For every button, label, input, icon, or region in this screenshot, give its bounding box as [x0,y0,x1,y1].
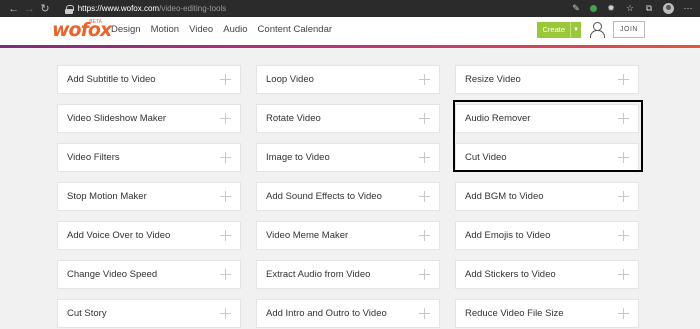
url-path: /video-editing-tools [159,4,227,13]
plus-icon[interactable] [220,308,231,319]
tool-card[interactable]: Add Stickers to Video [455,260,639,289]
tool-card[interactable]: Add BGM to Video [455,182,639,211]
favorites-icon[interactable]: ☆ [625,3,635,14]
tool-card[interactable]: Resize Video [455,65,639,94]
tool-label: Video Slideshow Maker [67,113,167,124]
create-button[interactable]: Create ▼ [537,21,581,38]
tool-card[interactable]: Add Intro and Outro to Video [256,299,440,328]
site-header: wofox BETA Design Motion Video Audio Con… [0,17,700,45]
tool-card[interactable]: Add Subtitle to Video [57,65,241,94]
nav-video[interactable]: Video [189,24,213,35]
tool-card[interactable]: Image to Video [256,143,440,172]
tool-label: Stop Motion Maker [67,191,147,202]
tool-label: Add BGM to Video [465,191,544,202]
tool-label: Change Video Speed [67,269,158,280]
tool-label: Add Voice Over to Video [67,230,171,241]
nav-audio[interactable]: Audio [223,24,247,35]
plus-icon[interactable] [618,308,629,319]
tool-label: Loop Video [266,74,314,85]
plus-icon[interactable] [220,191,231,202]
tool-card[interactable]: Loop Video [256,65,440,94]
user-icon[interactable] [589,21,605,38]
tool-label: Cut Video [465,152,507,163]
browser-toolbar: ← → ↻ https://www.wofox.com/video-editin… [0,0,700,17]
tool-card[interactable]: Audio Remover [455,104,639,133]
address-bar[interactable]: https://www.wofox.com/video-editing-tool… [64,2,571,15]
tool-card[interactable]: Video Slideshow Maker [57,104,241,133]
logo-beta: BETA [89,18,102,25]
lock-icon [64,4,74,14]
tool-label: Add Stickers to Video [465,269,556,280]
more-menu-icon[interactable]: ⋯ [683,3,693,14]
tool-label: Add Intro and Outro to Video [266,308,387,319]
plus-icon[interactable] [220,230,231,241]
plus-icon[interactable] [419,230,430,241]
tool-card[interactable]: Video Filters [57,143,241,172]
tool-label: Video Filters [67,152,120,163]
tool-card[interactable]: Rotate Video [256,104,440,133]
plus-icon[interactable] [419,152,430,163]
create-label: Create [542,25,565,34]
tool-card[interactable]: Add Sound Effects to Video [256,182,440,211]
tool-label: Add Emojis to Video [465,230,551,241]
main-nav: Design Motion Video Audio Content Calend… [111,24,332,35]
nav-content-calendar[interactable]: Content Calendar [258,24,332,35]
tool-card[interactable]: Stop Motion Maker [57,182,241,211]
tool-card[interactable]: Cut Video [455,143,639,172]
plus-icon[interactable] [220,113,231,124]
collections-icon[interactable]: ⧉ [644,3,654,14]
plus-icon[interactable] [618,74,629,85]
tool-card[interactable]: Change Video Speed [57,260,241,289]
plus-icon[interactable] [419,74,430,85]
tool-card[interactable]: Add Emojis to Video [455,221,639,250]
plus-icon[interactable] [220,269,231,280]
wofox-logo[interactable]: wofox BETA [52,18,112,41]
extension-icon[interactable] [590,5,597,12]
logo-text: wofox [52,18,112,41]
tracking-icon[interactable]: ✎ [571,3,581,14]
back-arrow-icon[interactable]: ← [6,0,22,17]
tool-label: Cut Story [67,308,107,319]
tool-label: Rotate Video [266,113,321,124]
tool-card[interactable]: Video Meme Maker [256,221,440,250]
plus-icon[interactable] [618,230,629,241]
plus-icon[interactable] [618,191,629,202]
reload-icon[interactable]: ↻ [37,0,53,17]
tool-label: Audio Remover [465,113,531,124]
forward-arrow-icon[interactable]: → [22,0,38,17]
tool-card[interactable]: Cut Story [57,299,241,328]
tool-card[interactable]: Add Voice Over to Video [57,221,241,250]
plus-icon[interactable] [419,308,430,319]
tool-label: Video Meme Maker [266,230,349,241]
plus-icon[interactable] [419,191,430,202]
tool-label: Extract Audio from Video [266,269,371,280]
url-domain: https://www.wofox.com [77,4,160,13]
header-gradient-divider [0,45,700,48]
plus-icon[interactable] [220,74,231,85]
puzzle-icon[interactable]: ✹ [606,3,616,14]
tool-label: Add Sound Effects to Video [266,191,382,202]
plus-icon[interactable] [618,113,629,124]
plus-icon[interactable] [618,269,629,280]
tool-label: Reduce Video File Size [465,308,564,319]
nav-design[interactable]: Design [111,24,141,35]
plus-icon[interactable] [618,152,629,163]
plus-icon[interactable] [419,113,430,124]
caret-down-icon[interactable]: ▼ [570,21,581,38]
tool-label: Resize Video [465,74,521,85]
nav-motion[interactable]: Motion [151,24,180,35]
tool-card[interactable]: Reduce Video File Size [455,299,639,328]
tool-label: Image to Video [266,152,330,163]
tool-label: Add Subtitle to Video [67,74,156,85]
plus-icon[interactable] [419,269,430,280]
profile-avatar-icon[interactable] [663,3,674,14]
tool-card[interactable]: Extract Audio from Video [256,260,440,289]
plus-icon[interactable] [220,152,231,163]
join-button[interactable]: JOIN [613,21,645,38]
